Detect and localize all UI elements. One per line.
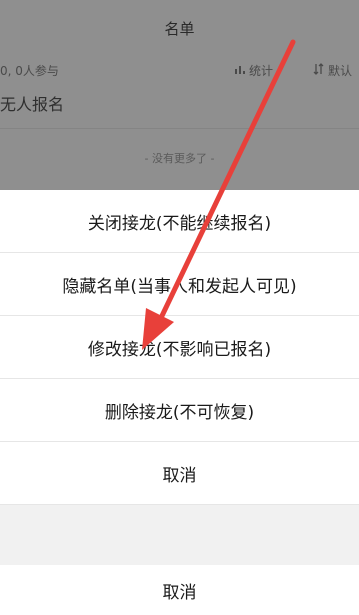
page-title: 名单	[164, 20, 195, 38]
divider	[0, 128, 359, 129]
no-more-text: - 没有更多了 -	[144, 152, 215, 165]
cancel-option[interactable]: 取消	[0, 442, 359, 505]
sheet-gap	[0, 505, 359, 565]
participant-count-text: 0, 0人参与	[0, 64, 59, 78]
hide-list-option[interactable]: 隐藏名单(当事人和发起人可见)	[0, 253, 359, 316]
stats-label: 统计	[249, 64, 274, 78]
bar-chart-icon	[234, 63, 246, 78]
default-sort-button[interactable]: 默认	[313, 62, 352, 79]
cancel-button[interactable]: 取消	[0, 565, 359, 615]
action-sheet: 关闭接龙(不能继续报名) 隐藏名单(当事人和发起人可见) 修改接龙(不影响已报名…	[0, 190, 359, 603]
delete-relay-option[interactable]: 删除接龙(不可恢复)	[0, 379, 359, 442]
close-relay-option[interactable]: 关闭接龙(不能继续报名)	[0, 190, 359, 253]
empty-list-text: 无人报名	[0, 95, 65, 114]
background-page-overlay: 名单 0, 0人参与 统计 默认 无人报名 - 没有更多了 -	[0, 0, 359, 190]
stats-button[interactable]: 统计	[234, 62, 273, 79]
edit-relay-option[interactable]: 修改接龙(不影响已报名)	[0, 316, 359, 379]
default-sort-label: 默认	[328, 64, 353, 78]
sort-icon	[313, 63, 325, 78]
